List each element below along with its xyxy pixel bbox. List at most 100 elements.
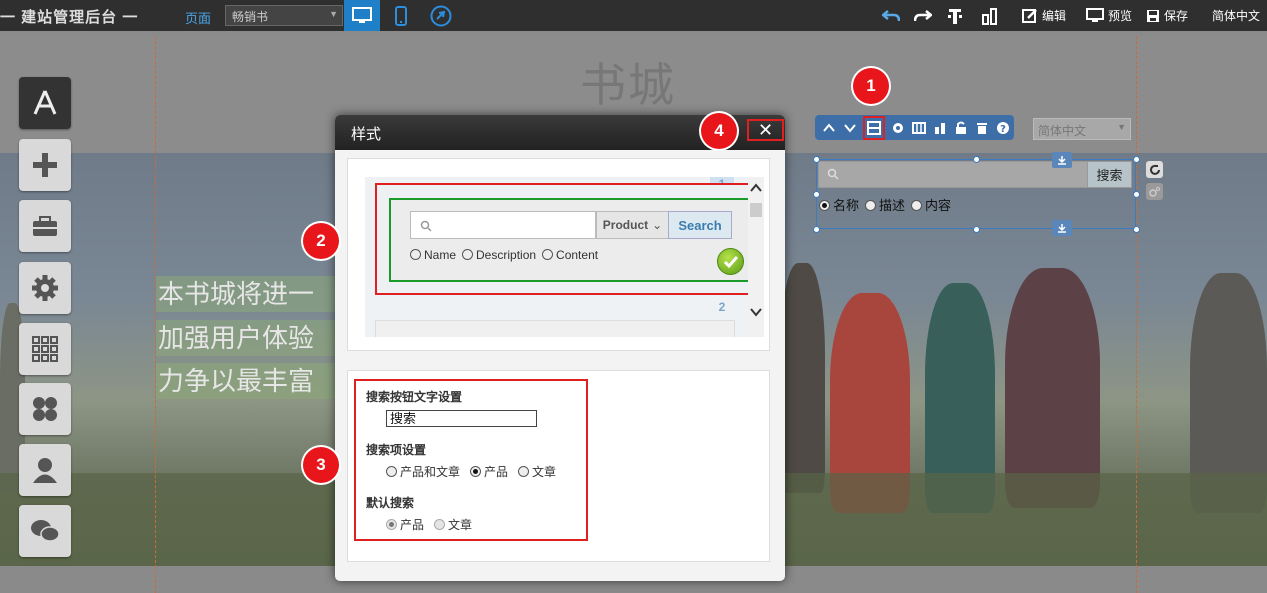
radio-icon	[518, 466, 530, 477]
search-scope-options: 产品和文章 产品 文章	[386, 463, 556, 480]
move-down-button[interactable]	[842, 120, 858, 136]
radio-icon	[386, 519, 397, 530]
lock-button[interactable]	[953, 120, 969, 136]
mobile-view-button[interactable]	[383, 0, 419, 31]
gear-icon	[32, 275, 58, 301]
insert-below-button[interactable]	[1052, 220, 1072, 236]
wechat-tool[interactable]	[19, 505, 71, 557]
style-list: 1 Product⌄ Search Name Description Conte…	[365, 177, 748, 337]
resize-handle[interactable]	[973, 156, 980, 163]
search-icon	[827, 168, 839, 180]
site-title[interactable]: 书城	[580, 49, 676, 115]
settings-tool[interactable]	[19, 262, 71, 314]
pin-icon	[948, 8, 962, 24]
member-tool[interactable]	[19, 444, 71, 496]
hero-text-line[interactable]: 本书城将进一	[156, 276, 336, 312]
chevron-down-icon	[844, 123, 856, 133]
help-button[interactable]: ?	[995, 120, 1011, 136]
rotate-button[interactable]	[1146, 183, 1163, 200]
resize-handle[interactable]	[813, 191, 820, 198]
delete-button[interactable]	[974, 120, 990, 136]
clover-icon	[33, 397, 57, 421]
pin-button[interactable]	[946, 7, 968, 25]
search-option-description[interactable]: 描述	[865, 195, 905, 214]
style-option-1[interactable]: Product ⌄ Search Name Description Content	[375, 183, 748, 295]
search-option-name[interactable]: 名称	[819, 195, 859, 214]
hero-text-line[interactable]: 力争以最丰富	[156, 363, 336, 399]
save-button[interactable]: 保存	[1146, 7, 1188, 24]
hero-figure	[1005, 268, 1100, 508]
grid-icon	[32, 336, 58, 362]
columns-button[interactable]	[911, 120, 927, 136]
preview-button[interactable]: 预览	[1086, 7, 1132, 24]
style-option-2[interactable]	[375, 320, 735, 337]
scope-option-products-articles[interactable]: 产品和文章	[386, 463, 460, 480]
button-text-label: 搜索按钮文字设置	[366, 390, 463, 404]
app-title: 一 建站管理后台 一	[0, 9, 139, 26]
scroll-down-icon	[750, 308, 762, 317]
resize-handle[interactable]	[1133, 191, 1140, 198]
resize-handle[interactable]	[973, 226, 980, 233]
widget-stats-button[interactable]	[932, 120, 948, 136]
style-list-scrollbar[interactable]	[748, 177, 764, 337]
toolbox-tool[interactable]	[19, 200, 71, 252]
app-store-icon	[33, 90, 57, 115]
scope-option-articles[interactable]: 文章	[518, 463, 556, 480]
save-icon	[1147, 9, 1160, 22]
search-settings-panel: 搜索按钮文字设置 搜索 搜索项设置 产品和文章 产品 文章 默认搜索 产品 文章	[347, 370, 770, 562]
preview-monitor-icon	[1086, 7, 1105, 22]
unlock-icon	[956, 121, 966, 134]
app-store-tool[interactable]	[19, 77, 71, 129]
radio-icon	[470, 466, 482, 477]
scrollbar-thumb[interactable]	[750, 203, 762, 217]
scope-option-products[interactable]: 产品	[470, 463, 508, 480]
language-select[interactable]: 简体中文 ▼	[1033, 118, 1131, 140]
layout-guide-left	[155, 36, 156, 593]
bar-chart-icon	[982, 7, 997, 25]
close-button[interactable]: ✕	[747, 119, 784, 141]
modules-tool[interactable]	[19, 383, 71, 435]
help-icon: ?	[997, 121, 1009, 135]
search-option-content[interactable]: 内容	[911, 195, 951, 214]
style-button[interactable]	[863, 115, 885, 140]
resize-handle[interactable]	[813, 156, 820, 163]
grid-tool[interactable]	[19, 323, 71, 375]
button-text-input[interactable]: 搜索	[386, 410, 537, 427]
edit-button[interactable]: 编辑	[1022, 7, 1066, 24]
resize-handle[interactable]	[1133, 156, 1140, 163]
stats-button[interactable]	[982, 7, 1002, 25]
insert-above-button[interactable]	[1052, 152, 1072, 168]
hero-text-line[interactable]: 加强用户体验	[156, 320, 336, 356]
move-up-button[interactable]	[821, 120, 837, 136]
default-option-products[interactable]: 产品	[386, 516, 424, 533]
svg-text:?: ?	[1000, 124, 1006, 135]
redo-button[interactable]	[914, 9, 936, 23]
default-search-options: 产品 文章	[386, 516, 472, 533]
search-options: 名称 描述 内容	[819, 195, 951, 214]
chevron-down-icon: ▼	[1117, 122, 1126, 132]
download-icon	[1058, 224, 1066, 233]
resize-handle[interactable]	[813, 226, 820, 233]
default-option-articles[interactable]: 文章	[434, 516, 472, 533]
radio-icon	[462, 249, 474, 260]
add-tool[interactable]	[19, 139, 71, 191]
search-input[interactable]	[818, 161, 1088, 188]
refresh-button[interactable]	[1146, 161, 1163, 178]
radio-icon	[386, 466, 397, 477]
widget-settings-button[interactable]	[890, 120, 906, 136]
save-label: 保存	[1164, 9, 1189, 23]
search-button[interactable]: 搜索	[1087, 161, 1132, 188]
link-view-button[interactable]	[423, 0, 459, 31]
search-widget[interactable]: 搜索 名称 描述 内容	[813, 152, 1140, 236]
undo-button[interactable]	[882, 9, 904, 23]
resize-handle[interactable]	[1133, 226, 1140, 233]
top-toolbar: 一 建站管理后台 一 页面 畅销书 ▼ 编辑 预览 保存 简体中文	[0, 0, 1267, 31]
language-switch[interactable]: 简体中文	[1212, 7, 1260, 24]
desktop-view-button[interactable]	[344, 0, 380, 31]
demo-search-input	[410, 211, 596, 239]
redo-icon	[914, 9, 932, 21]
page-select[interactable]: 畅销书 ▼	[225, 5, 343, 26]
columns-icon	[912, 121, 926, 134]
chevron-down-icon: ▼	[329, 9, 338, 19]
selected-check-icon	[717, 248, 744, 275]
